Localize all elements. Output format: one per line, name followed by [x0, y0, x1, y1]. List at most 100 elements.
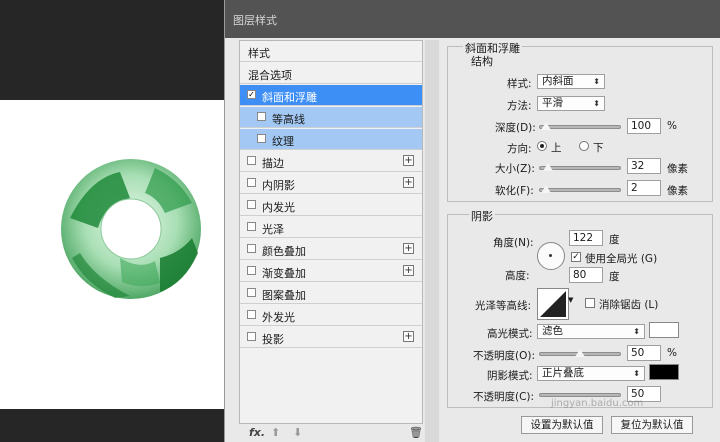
add-effect-icon[interactable]: + [403, 243, 414, 254]
style-list-label: 等高线 [272, 113, 305, 126]
add-effect-icon[interactable]: + [403, 177, 414, 188]
shadow-color-swatch[interactable] [649, 364, 679, 380]
highlight-opacity-label: 不透明度(O): [473, 350, 535, 362]
move-down-icon[interactable]: ⬇ [293, 426, 302, 439]
angle-dial[interactable] [537, 242, 565, 270]
style-list-label: 纹理 [272, 135, 294, 148]
shadow-mode-select[interactable]: 正片叠底 ⬍ [537, 366, 645, 381]
style-checkbox[interactable] [247, 244, 256, 253]
fx-button[interactable]: fx. [249, 426, 265, 439]
gloss-contour-label: 光泽等高线: [475, 300, 532, 312]
style-list-item[interactable]: 外发光 [240, 305, 422, 326]
style-checkbox[interactable] [257, 112, 266, 121]
depth-slider[interactable] [539, 125, 621, 129]
shadow-mode-value: 正片叠底 [542, 367, 584, 379]
style-list-label: 投影 [262, 333, 284, 346]
highlight-opacity-handle[interactable] [574, 348, 586, 358]
structure-title: 结构 [469, 53, 495, 69]
watermark: jingyan.baidu.com [551, 398, 644, 409]
depth-label: 深度(D): [495, 122, 536, 134]
altitude-input[interactable]: 80 [569, 267, 603, 283]
style-list-label: 外发光 [262, 311, 295, 324]
highlight-color-swatch[interactable] [649, 322, 679, 338]
canvas-bottom-bar [0, 409, 228, 442]
reset-default-button[interactable]: 复位为默认值 [611, 416, 693, 434]
size-input[interactable]: 32 [627, 158, 661, 174]
soften-slider-handle[interactable] [540, 184, 552, 194]
linear-contour-icon [540, 291, 566, 317]
direction-down-radio[interactable] [579, 141, 589, 151]
highlight-opacity-unit: % [667, 347, 677, 359]
dialog-title: 图层样式 [233, 14, 277, 27]
gloss-contour-picker[interactable] [537, 288, 569, 320]
style-list-item[interactable]: 投影 + [240, 327, 422, 348]
style-checkbox[interactable] [247, 200, 256, 209]
angle-input[interactable]: 122 [569, 230, 603, 246]
add-effect-icon[interactable]: + [403, 331, 414, 342]
global-light-checkbox[interactable]: ✓ [571, 252, 581, 262]
style-list-label: 内阴影 [262, 179, 295, 192]
canvas-top-bar [0, 0, 228, 100]
add-effect-icon[interactable]: + [403, 265, 414, 276]
style-list-item[interactable]: 图案叠加 [240, 283, 422, 304]
highlight-opacity-input[interactable]: 50 [627, 345, 661, 361]
add-effect-icon[interactable]: + [403, 155, 414, 166]
shadow-mode-label: 阴影模式: [487, 370, 533, 382]
style-list-item[interactable]: 样式 [240, 41, 422, 62]
size-label: 大小(Z): [495, 163, 535, 175]
trash-icon[interactable]: 🗑 [409, 426, 423, 439]
style-list-item[interactable]: 等高线 [240, 107, 422, 128]
direction-up-radio[interactable] [537, 141, 547, 151]
depth-input[interactable]: 100 [627, 118, 661, 134]
style-list-label: 颜色叠加 [262, 245, 306, 258]
soften-input[interactable]: 2 [627, 180, 661, 196]
style-list-label: 描边 [262, 157, 284, 170]
highlight-mode-value: 滤色 [542, 325, 563, 337]
style-list-label: 斜面和浮雕 [262, 91, 317, 104]
style-list-item[interactable]: 内阴影 + [240, 173, 422, 194]
style-checkbox[interactable] [247, 178, 256, 187]
style-list-item[interactable]: ✓ 斜面和浮雕 [240, 85, 422, 106]
chevron-updown-icon: ⬍ [593, 77, 600, 86]
shadow-opacity-slider[interactable] [539, 393, 621, 397]
style-checkbox[interactable] [257, 134, 266, 143]
style-list-item[interactable]: 混合选项 [240, 63, 422, 84]
altitude-unit: 度 [609, 271, 620, 283]
style-checkbox[interactable] [247, 156, 256, 165]
soften-slider[interactable] [539, 188, 621, 192]
list-scrollbar[interactable] [425, 40, 439, 442]
style-list-label: 内发光 [262, 201, 295, 214]
donut-artwork [61, 159, 201, 299]
style-list-footer: fx. ⬆ ⬇ 🗑 [239, 424, 423, 442]
style-checkbox[interactable] [247, 222, 256, 231]
style-list-item[interactable]: 纹理 [240, 129, 422, 150]
method-label: 方法: [507, 100, 532, 112]
style-list-label: 渐变叠加 [262, 267, 306, 280]
style-list-item[interactable]: 渐变叠加 + [240, 261, 422, 282]
style-list-item[interactable]: 光泽 [240, 217, 422, 238]
method-select[interactable]: 平滑 ⬍ [537, 96, 605, 111]
size-slider-handle[interactable] [542, 162, 554, 172]
style-list-label: 光泽 [262, 223, 284, 236]
move-up-icon[interactable]: ⬆ [271, 426, 280, 439]
contour-dropdown-icon[interactable]: ▼ [568, 296, 573, 304]
depth-slider-handle[interactable] [540, 121, 552, 131]
style-list-label: 样式 [248, 47, 270, 60]
style-checkbox[interactable] [247, 332, 256, 341]
style-list-item[interactable]: 描边 + [240, 151, 422, 172]
style-checkbox[interactable] [247, 288, 256, 297]
style-list-item[interactable]: 内发光 [240, 195, 422, 216]
chevron-updown-icon: ⬍ [633, 327, 640, 336]
method-value: 平滑 [542, 97, 563, 109]
style-select[interactable]: 内斜面 ⬍ [537, 74, 605, 89]
style-checkbox[interactable] [247, 266, 256, 275]
make-default-button[interactable]: 设置为默认值 [521, 416, 603, 434]
direction-label: 方向: [507, 143, 532, 155]
style-list: 样式混合选项 ✓ 斜面和浮雕等高线纹理描边 + 内阴影 + 内发光光泽颜色叠加 + 渐变叠加 + 图… [239, 40, 423, 424]
style-checkbox[interactable]: ✓ [247, 90, 256, 99]
highlight-mode-select[interactable]: 滤色 ⬍ [537, 324, 645, 339]
soften-unit: 像素 [667, 185, 688, 197]
style-checkbox[interactable] [247, 310, 256, 319]
style-list-item[interactable]: 颜色叠加 + [240, 239, 422, 260]
antialias-checkbox[interactable] [585, 298, 595, 308]
